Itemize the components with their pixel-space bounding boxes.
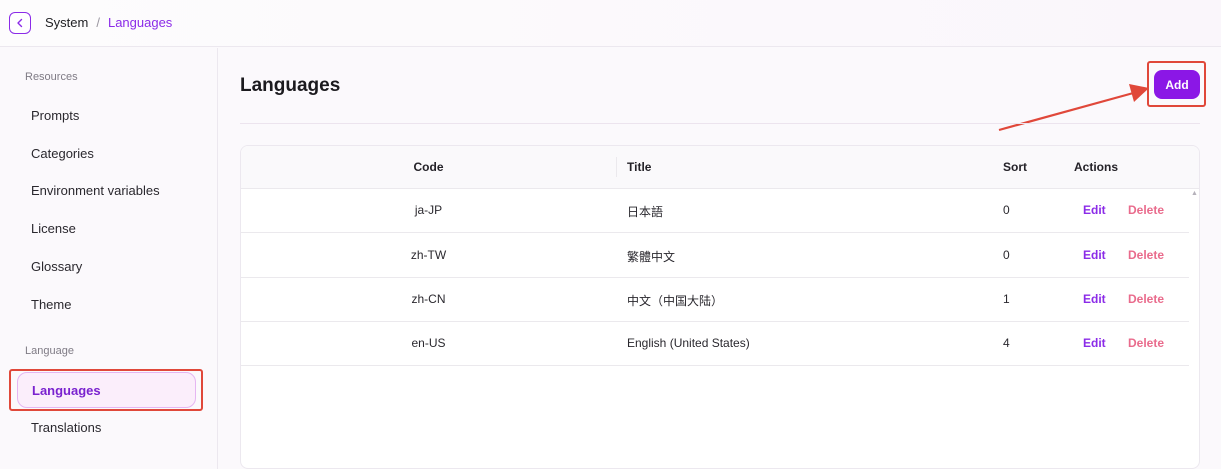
sidebar-item-categories[interactable]: Categories xyxy=(31,146,94,161)
chevron-left-icon xyxy=(17,18,23,28)
cell-sort: 0 xyxy=(1003,203,1010,217)
delete-link[interactable]: Delete xyxy=(1128,248,1164,262)
breadcrumb: System / Languages xyxy=(45,15,172,30)
cell-title: 中文（中国大陆） xyxy=(627,294,724,308)
delete-link[interactable]: Delete xyxy=(1128,292,1164,306)
column-header-code[interactable]: Code xyxy=(241,160,616,174)
cell-code: ja-JP xyxy=(414,203,443,217)
table-row: zh-CN 中文（中国大陆） 1 Edit Delete xyxy=(241,278,1189,322)
sidebar-item-theme[interactable]: Theme xyxy=(31,297,71,312)
table-header: Code Title Sort Actions xyxy=(241,146,1199,189)
languages-table: Code Title Sort Actions ▲ ja-JP 日本語 0 Ed… xyxy=(240,145,1200,469)
delete-link[interactable]: Delete xyxy=(1128,336,1164,350)
sidebar-item-glossary[interactable]: Glossary xyxy=(31,259,82,274)
column-header-title[interactable]: Title xyxy=(627,160,651,174)
cell-title: 日本語 xyxy=(627,205,664,219)
table-row: zh-TW 繁體中文 0 Edit Delete xyxy=(241,234,1189,278)
cell-sort: 1 xyxy=(1003,292,1010,306)
table-row: en-US English (United States) 4 Edit Del… xyxy=(241,322,1189,366)
top-bar: System / Languages xyxy=(0,0,1221,47)
annotation-highlight-languages xyxy=(9,369,203,411)
title-divider xyxy=(240,123,1200,124)
edit-link[interactable]: Edit xyxy=(1083,336,1106,350)
page-title: Languages xyxy=(240,75,341,96)
cell-code: zh-TW xyxy=(410,248,447,262)
section-label-language: Language xyxy=(25,345,74,357)
main-content: Languages Add Code Title Sort Actions ▲ … xyxy=(219,48,1221,469)
back-button[interactable] xyxy=(9,12,31,34)
edit-link[interactable]: Edit xyxy=(1083,292,1106,306)
section-label-resources: Resources xyxy=(25,71,78,83)
edit-link[interactable]: Edit xyxy=(1083,203,1106,217)
annotation-arrow-icon xyxy=(998,84,1149,132)
cell-sort: 0 xyxy=(1003,248,1010,262)
cell-title: English (United States) xyxy=(627,336,750,350)
column-header-sort[interactable]: Sort xyxy=(1003,160,1027,174)
cell-code: zh-CN xyxy=(411,292,446,306)
delete-link[interactable]: Delete xyxy=(1128,203,1164,217)
sidebar-item-translations[interactable]: Translations xyxy=(31,420,101,435)
cell-sort: 4 xyxy=(1003,336,1010,350)
sidebar-item-prompts[interactable]: Prompts xyxy=(31,108,79,123)
cell-title: 繁體中文 xyxy=(627,250,676,264)
column-header-actions: Actions xyxy=(1074,160,1119,174)
breadcrumb-system[interactable]: System xyxy=(45,15,88,30)
column-divider xyxy=(616,157,617,177)
breadcrumb-languages: Languages xyxy=(107,15,173,30)
cell-code: en-US xyxy=(411,336,446,350)
sidebar-item-license[interactable]: License xyxy=(31,221,76,236)
sidebar: Resources Prompts Categories Environment… xyxy=(0,48,218,469)
table-row: ja-JP 日本語 0 Edit Delete xyxy=(241,189,1189,233)
breadcrumb-separator: / xyxy=(96,15,100,30)
edit-link[interactable]: Edit xyxy=(1083,248,1106,262)
scroll-up-arrow-icon[interactable]: ▲ xyxy=(1191,190,1198,197)
sidebar-item-environment-variables[interactable]: Environment variables xyxy=(31,183,160,198)
